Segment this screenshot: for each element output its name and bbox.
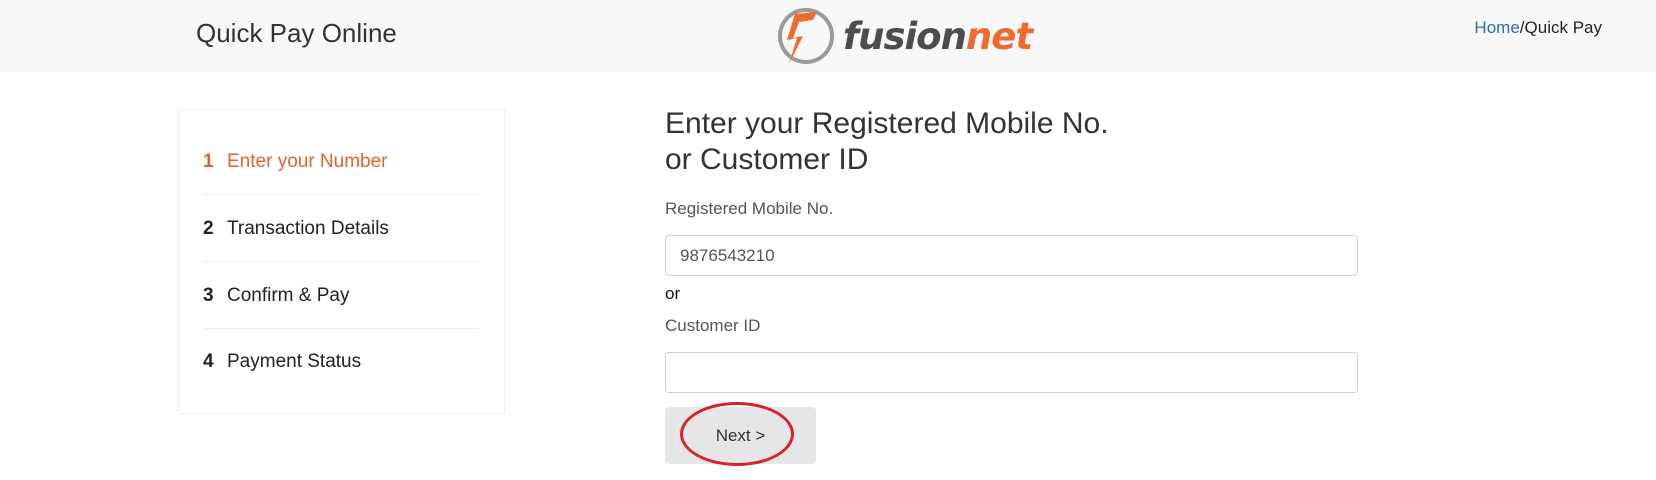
step-transaction-details: 2 Transaction Details [203,196,479,262]
customer-id-input[interactable] [665,352,1358,393]
form-heading-line1: Enter your Registered Mobile No. [665,107,1109,140]
logo-text: fusionnet [843,14,1033,58]
next-button[interactable]: Next > [665,407,816,464]
step-number: 4 [203,351,214,372]
steps-panel: 1 Enter your Number 2 Transaction Detail… [178,109,505,414]
logo-text-net: net [965,14,1033,58]
step-enter-number: 1 Enter your Number [203,129,479,195]
step-label: Enter your Number [227,150,388,172]
step-label: Payment Status [227,351,362,372]
step-label: Transaction Details [227,217,389,239]
mobile-number-input[interactable] [665,235,1358,276]
breadcrumb-current: Quick Pay [1524,18,1602,37]
step-number: 2 [203,217,214,239]
step-label: Confirm & Pay [227,284,350,306]
fusionnet-logo[interactable]: fusionnet [773,2,1033,68]
logo-text-fusion: fusion [843,14,967,58]
mobile-number-label: Registered Mobile No. [665,199,834,218]
breadcrumb-home-link[interactable]: Home [1474,18,1519,37]
customer-id-label: Customer ID [665,316,761,335]
fusionnet-logo-icon [778,8,834,64]
header-bar: Quick Pay Online fusionnet Home/Quick Pa… [0,0,1656,72]
form-heading: Enter your Registered Mobile No. or Cust… [665,106,1225,178]
form-heading-line2: or Customer ID [665,143,869,176]
step-confirm-pay: 3 Confirm & Pay [203,263,479,329]
step-number: 1 [203,150,214,172]
or-separator-text: or [665,284,681,303]
page-title: Quick Pay Online [196,18,397,48]
step-payment-status: 4 Payment Status [203,329,479,395]
step-number: 3 [203,284,214,306]
breadcrumb: Home/Quick Pay [1474,18,1602,38]
